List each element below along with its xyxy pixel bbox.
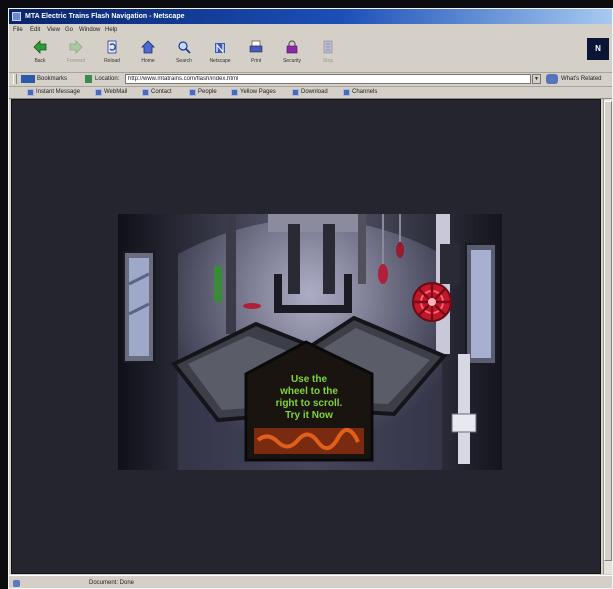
- netscape-logo: N: [587, 38, 609, 60]
- link-icon: [231, 89, 238, 96]
- back-arrow-icon: [33, 40, 47, 54]
- link-icon: [95, 89, 102, 96]
- link-icon: [189, 89, 196, 96]
- link-icon: [142, 89, 149, 96]
- link-label: Download: [301, 89, 328, 95]
- forward-label: Forward: [66, 58, 86, 64]
- menu-file[interactable]: File: [13, 26, 23, 34]
- netscape-window-icon: [12, 12, 21, 21]
- browser-window: MTA Electric Trains Flash Navigation - N…: [8, 8, 613, 589]
- link-label: Yellow Pages: [240, 89, 276, 95]
- url-dropdown-button[interactable]: ▼: [532, 74, 541, 84]
- back-button[interactable]: Back: [25, 38, 55, 70]
- url-input[interactable]: [126, 75, 530, 83]
- instruction-line-3: right to scroll.: [276, 398, 343, 409]
- netscape-icon: [215, 43, 225, 54]
- search-label: Search: [176, 58, 192, 64]
- menu-help[interactable]: Help: [105, 26, 117, 34]
- search-button[interactable]: Search: [169, 38, 199, 70]
- security-button[interactable]: Security: [277, 38, 307, 70]
- page-content: Use the wheel to the right to scroll. Tr…: [11, 99, 601, 574]
- link-icon: [292, 89, 299, 96]
- instruction-line-2: wheel to the: [279, 386, 338, 397]
- forward-arrow-icon: [69, 40, 83, 54]
- scrollbar-thumb[interactable]: [604, 101, 612, 561]
- stop-icon: [323, 40, 333, 54]
- instruction-line-4: Try it Now: [285, 410, 333, 421]
- security-lock-icon: [286, 40, 298, 54]
- instruction-line-1: Use the: [291, 374, 328, 385]
- stop-label: Stop: [322, 58, 334, 64]
- status-text: Document: Done: [89, 580, 135, 586]
- link-label: WebMail: [104, 89, 128, 95]
- window-title: MTA Electric Trains Flash Navigation - N…: [25, 13, 185, 20]
- status-bar: Document: Done: [9, 575, 612, 588]
- personal-toolbar: Instant Message WebMail Contact People Y…: [9, 86, 612, 99]
- right-window: [465, 243, 497, 365]
- menu-edit[interactable]: Edit: [30, 26, 40, 34]
- whats-related-icon[interactable]: [546, 74, 558, 84]
- print-icon: [249, 40, 263, 53]
- bookmarks-label[interactable]: Bookmarks: [37, 75, 67, 83]
- url-box: [125, 74, 531, 84]
- connection-status-icon: [13, 580, 20, 587]
- link-label: People: [198, 89, 217, 95]
- home-icon: [141, 40, 155, 54]
- link-label: Channels: [352, 89, 378, 95]
- left-window: [123, 251, 155, 363]
- vertical-scrollbar[interactable]: [603, 99, 612, 574]
- location-label: Location:: [95, 76, 120, 82]
- green-tube: [214, 266, 222, 302]
- reload-icon: [107, 40, 117, 54]
- menu-bar: File Edit View Go Window Help: [9, 24, 612, 36]
- netscape-button[interactable]: Netscape: [205, 38, 235, 70]
- title-bar[interactable]: MTA Electric Trains Flash Navigation - N…: [9, 9, 612, 24]
- navigation-toolbar: Back Forward Reload Home Search Netscape…: [9, 36, 612, 73]
- reload-label: Reload: [104, 58, 120, 64]
- link-label: Instant Message: [36, 89, 81, 95]
- back-label: Back: [34, 58, 46, 64]
- reload-button[interactable]: Reload: [97, 38, 127, 70]
- home-label: Home: [141, 58, 155, 64]
- menu-window[interactable]: Window: [79, 26, 100, 34]
- scroll-wheel-icon[interactable]: [412, 282, 452, 322]
- flash-movie[interactable]: Use the wheel to the right to scroll. Tr…: [118, 214, 502, 470]
- link-icon: [343, 89, 350, 96]
- forward-button[interactable]: Forward: [61, 38, 91, 70]
- print-button[interactable]: Print: [241, 38, 271, 70]
- search-icon: [178, 41, 191, 54]
- location-toolbar: Bookmarks Location: ▼ What's Related: [9, 72, 612, 87]
- location-icon: [85, 75, 92, 83]
- security-label: Security: [282, 58, 302, 64]
- toolbar-grip[interactable]: [13, 74, 17, 84]
- menu-go[interactable]: Go: [65, 26, 73, 34]
- whats-related-label[interactable]: What's Related: [561, 75, 602, 83]
- print-label: Print: [250, 58, 262, 64]
- stop-button[interactable]: Stop: [313, 38, 343, 70]
- link-label: Contact: [151, 89, 172, 95]
- link-icon: [27, 89, 34, 96]
- menu-view[interactable]: View: [47, 26, 60, 34]
- home-button[interactable]: Home: [133, 38, 163, 70]
- bookmarks-icon[interactable]: [21, 75, 35, 83]
- netscape-label: Netscape: [209, 58, 231, 64]
